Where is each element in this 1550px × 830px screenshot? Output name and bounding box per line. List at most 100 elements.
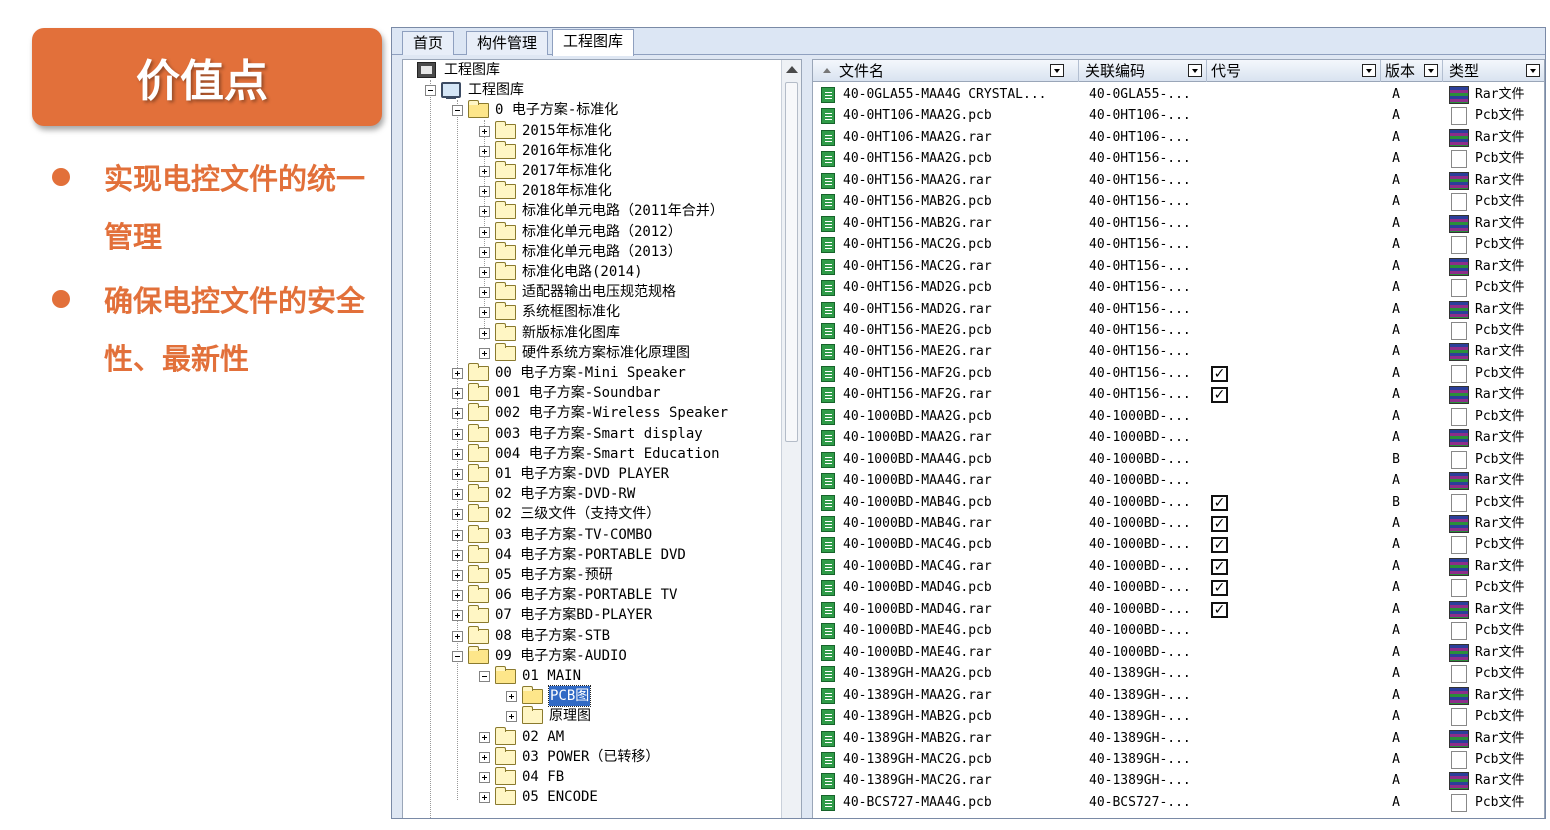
tree-node[interactable]: 适配器输出电压规范规格 (403, 282, 781, 302)
tree-node[interactable]: 新版标准化图库 (403, 322, 781, 343)
table-row[interactable]: 40-0GLA55-MAA4G CRYSTAL... 40-0GLA55-... A… (813, 84, 1544, 105)
table-row[interactable]: 40-1389GH-MAC2G.pcb 40-1389GH-... A Pcb文件 (813, 749, 1544, 770)
tab-component-management[interactable]: 构件管理 (466, 31, 549, 55)
tree-node[interactable]: 03 POWER（已转移） (403, 746, 781, 767)
tree-node[interactable]: 003 电子方案-Smart display (403, 423, 781, 444)
tree-node[interactable]: 2015年标准化 (403, 120, 781, 141)
tree-node[interactable]: 硬件系统方案标准化原理图 (403, 342, 781, 363)
tree-node[interactable]: 01 MAIN (403, 666, 781, 686)
tree-node[interactable]: 标准化单元电路（2013） (403, 241, 781, 262)
expand-plus-icon[interactable] (479, 327, 490, 339)
expand-plus-icon[interactable] (452, 408, 463, 420)
tree-node[interactable]: 标准化单元电路（2011年合并） (403, 201, 781, 221)
tree-node[interactable]: 06 电子方案-PORTABLE TV (403, 585, 781, 605)
tree-node[interactable]: 02 电子方案-DVD-RW (403, 484, 781, 504)
expand-plus-icon[interactable] (479, 125, 490, 137)
collapse-minus-icon[interactable] (479, 671, 490, 682)
table-row[interactable]: 40-0HT156-MAD2G.pcb 40-0HT156-... A Pcb文件 (813, 277, 1544, 298)
tree-node[interactable]: 04 FB (403, 767, 781, 787)
expand-plus-icon[interactable] (452, 428, 463, 440)
table-row[interactable]: 40-1000BD-MAE4G.rar 40-1000BD-... A Rar文件 (813, 642, 1544, 663)
tree-node[interactable]: 08 电子方案-STB (403, 625, 781, 646)
tree-node[interactable]: 原理图 (403, 706, 781, 726)
tree-node[interactable]: 标准化单元电路（2012） (403, 221, 781, 242)
checked-checkbox-icon[interactable]: ✓ (1211, 601, 1228, 618)
tree-scroll-thumb[interactable] (785, 82, 798, 442)
tree-node[interactable]: 工程图库 (403, 60, 781, 80)
expand-plus-icon[interactable] (479, 145, 490, 157)
filter-dropdown-icon[interactable] (1362, 64, 1376, 77)
expand-plus-icon[interactable] (452, 590, 463, 602)
table-row[interactable]: 40-0HT156-MAB2G.pcb 40-0HT156-... A Pcb文件 (813, 191, 1544, 212)
expand-plus-icon[interactable] (479, 166, 490, 177)
expand-plus-icon[interactable] (452, 489, 463, 501)
checked-checkbox-icon[interactable]: ✓ (1211, 494, 1228, 511)
expand-plus-icon[interactable] (452, 610, 463, 622)
tree-node[interactable]: 04 电子方案-PORTABLE DVD (403, 544, 781, 565)
column-header-code-name[interactable]: 代号 (1207, 60, 1381, 82)
expand-plus-icon[interactable] (479, 731, 490, 743)
tree-node[interactable]: 03 电子方案-TV-COMBO (403, 524, 781, 545)
table-row[interactable]: 40-0HT156-MAF2G.pcb 40-0HT156-... ✓ A Pcb文件 (813, 363, 1544, 384)
column-header-type[interactable]: 类型 (1445, 60, 1544, 82)
tree-node[interactable]: 2018年标准化 (403, 181, 781, 201)
tree-node[interactable]: 001 电子方案-Soundbar (403, 383, 781, 403)
column-header-filename[interactable]: 文件名 (813, 60, 1079, 82)
expand-plus-icon[interactable] (452, 388, 463, 400)
table-row[interactable]: 40-1000BD-MAA4G.pcb 40-1000BD-... B Pcb文件 (813, 449, 1544, 470)
expand-plus-icon[interactable] (479, 246, 490, 258)
expand-plus-icon[interactable] (479, 347, 490, 359)
table-row[interactable]: 40-1000BD-MAD4G.rar 40-1000BD-... ✓ A Rar文件 (813, 599, 1544, 620)
collapse-minus-icon[interactable] (452, 650, 463, 662)
table-row[interactable]: 40-0HT156-MAD2G.rar 40-0HT156-... A Rar文件 (813, 299, 1544, 320)
collapse-minus-icon[interactable] (425, 85, 436, 97)
checked-checkbox-icon[interactable]: ✓ (1211, 516, 1228, 532)
tree-node[interactable]: 09 电子方案-AUDIO (403, 645, 781, 666)
table-row[interactable]: 40-0HT106-MAA2G.rar 40-0HT106-... A Rar文件 (813, 127, 1544, 148)
tree-node[interactable]: 07 电子方案BD-PLAYER (403, 605, 781, 625)
checked-checkbox-icon[interactable]: ✓ (1211, 558, 1228, 575)
column-header-version[interactable]: 版本 (1381, 60, 1443, 82)
checked-checkbox-icon[interactable]: ✓ (1211, 387, 1228, 404)
table-row[interactable]: 40-1389GH-MAA2G.pcb 40-1389GH-... A Pcb文件 (813, 663, 1544, 684)
tree-node[interactable]: 01 电子方案-DVD PLAYER (403, 464, 781, 484)
table-row[interactable]: 40-1389GH-MAC2G.rar 40-1389GH-... A Rar文件 (813, 770, 1544, 791)
table-row[interactable]: 40-BCS727-MAA4G.pcb 40-BCS727-... A Pcb文件 (813, 792, 1544, 813)
checked-checkbox-icon[interactable]: ✓ (1211, 580, 1228, 597)
expand-plus-icon[interactable] (479, 792, 490, 804)
tree-node[interactable]: 2017年标准化 (403, 161, 781, 181)
tree-node[interactable]: 004 电子方案-Smart Education (403, 443, 781, 464)
tree-node[interactable]: 标准化电路(2014) (403, 262, 781, 282)
filter-dropdown-icon[interactable] (1050, 64, 1064, 77)
table-row[interactable]: 40-0HT156-MAF2G.rar 40-0HT156-... ✓ A Rar文件 (813, 384, 1544, 405)
table-row[interactable]: 40-0HT156-MAE2G.rar 40-0HT156-... A Rar文件 (813, 341, 1544, 362)
table-row[interactable]: 40-1389GH-MAB2G.rar 40-1389GH-... A Rar文件 (813, 728, 1544, 749)
table-row[interactable]: 40-0HT156-MAB2G.rar 40-0HT156-... A Rar文件 (813, 213, 1544, 234)
column-header-related-code[interactable]: 关联编码 (1081, 60, 1207, 82)
table-row[interactable]: 40-1000BD-MAB4G.pcb 40-1000BD-... ✓ B Pcb文件 (813, 492, 1544, 513)
expand-plus-icon[interactable] (452, 469, 463, 480)
filter-dropdown-icon[interactable] (1188, 64, 1202, 77)
tab-project-library[interactable]: 工程图库 (552, 29, 635, 56)
tree-node[interactable]: 0 电子方案-标准化 (403, 100, 781, 120)
filter-dropdown-icon[interactable] (1424, 64, 1438, 77)
tree-node[interactable]: 002 电子方案-Wireless Speaker (403, 403, 781, 423)
filter-dropdown-icon[interactable] (1526, 64, 1540, 77)
table-row[interactable]: 40-1000BD-MAC4G.rar 40-1000BD-... ✓ A Rar文件 (813, 556, 1544, 577)
tab-home[interactable]: 首页 (402, 31, 455, 55)
table-row[interactable]: 40-1000BD-MAE4G.pcb 40-1000BD-... A Pcb文件 (813, 620, 1544, 641)
table-row[interactable]: 40-1389GH-MAB2G.pcb 40-1389GH-... A Pcb文件 (813, 706, 1544, 727)
tree-node[interactable]: 02 三级文件（支持文件） (403, 504, 781, 524)
expand-plus-icon[interactable] (452, 529, 463, 541)
table-row[interactable]: 40-1389GH-MAA2G.rar 40-1389GH-... A Rar文件 (813, 685, 1544, 706)
table-row[interactable]: 40-0HT106-MAA2G.pcb 40-0HT106-... A Pcb文件 (813, 105, 1544, 126)
tree-node[interactable]: 00 电子方案-Mini Speaker (403, 363, 781, 383)
collapse-minus-icon[interactable] (452, 105, 463, 117)
expand-plus-icon[interactable] (479, 267, 490, 278)
expand-plus-icon[interactable] (452, 570, 463, 581)
expand-plus-icon[interactable] (479, 186, 490, 198)
expand-plus-icon[interactable] (479, 206, 490, 218)
scroll-up-icon[interactable] (786, 66, 798, 73)
table-row[interactable]: 40-1000BD-MAC4G.pcb 40-1000BD-... ✓ A Pcb文件 (813, 534, 1544, 555)
tree-node[interactable]: 05 电子方案-预研 (403, 565, 781, 585)
